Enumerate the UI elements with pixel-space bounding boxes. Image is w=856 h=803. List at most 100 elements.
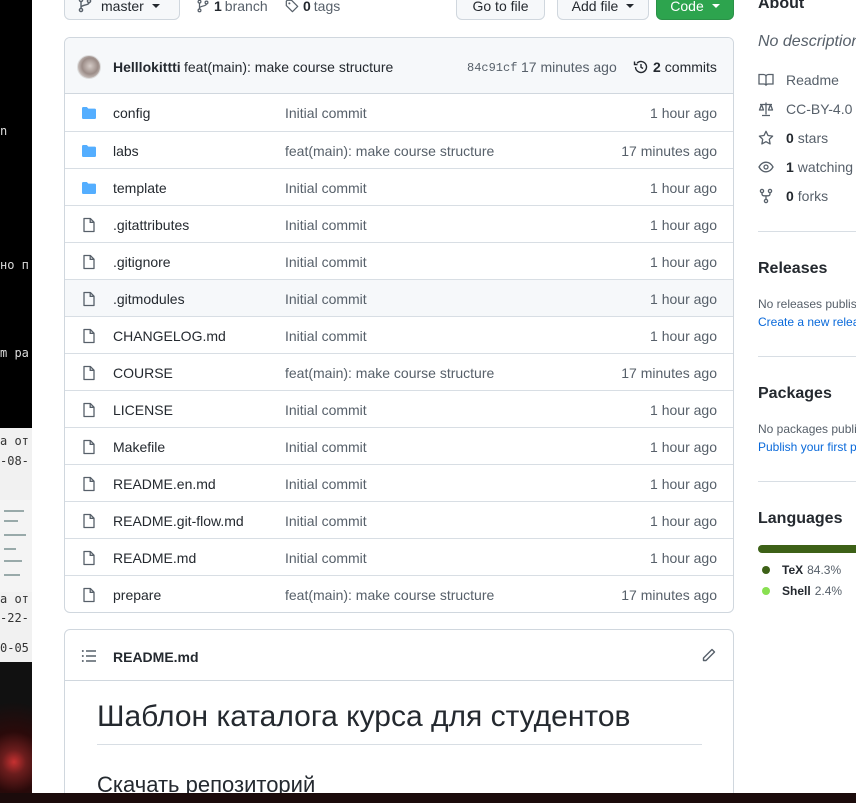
branch-select-button[interactable]: master bbox=[64, 0, 180, 20]
file-commit-age: 17 minutes ago bbox=[621, 143, 717, 159]
file-commit-age: 1 hour ago bbox=[650, 328, 717, 344]
tags-link[interactable]: 0 tags bbox=[285, 0, 340, 14]
file-name-link[interactable]: LICENSE bbox=[113, 402, 173, 418]
forks-link[interactable]: 0 forks bbox=[758, 188, 828, 204]
github-repo-page: master 1 branch 0 tags Go to file Add fi… bbox=[32, 0, 856, 793]
commit-author-link[interactable]: Helllokittti bbox=[113, 59, 181, 75]
file-icon bbox=[81, 550, 97, 566]
file-name-link[interactable]: README.git-flow.md bbox=[113, 513, 244, 529]
file-commit-message-link[interactable]: Initial commit bbox=[285, 180, 367, 196]
desktop-background: n но п m pa а от -08- а от -22- 0-05 bbox=[0, 0, 32, 803]
file-row[interactable]: prepare feat(main): make course structure… bbox=[65, 575, 733, 612]
file-commit-message-link[interactable]: feat(main): make course structure bbox=[285, 587, 494, 603]
file-row[interactable]: labs feat(main): make course structure 17 … bbox=[65, 131, 733, 168]
file-icon bbox=[81, 513, 97, 529]
file-commit-message-link[interactable]: Initial commit bbox=[285, 439, 367, 455]
desktop-bottom-strip bbox=[0, 793, 856, 803]
file-icon bbox=[81, 476, 97, 492]
file-commit-message-link[interactable]: Initial commit bbox=[285, 513, 367, 529]
file-icon bbox=[81, 254, 97, 270]
file-row[interactable]: LICENSE Initial commit 1 hour ago bbox=[65, 390, 733, 427]
file-commit-message-link[interactable]: Initial commit bbox=[285, 105, 367, 121]
commit-message-link[interactable]: feat(main): make course structure bbox=[184, 59, 393, 75]
file-commit-age: 17 minutes ago bbox=[621, 365, 717, 381]
file-row[interactable]: CHANGELOG.md Initial commit 1 hour ago bbox=[65, 316, 733, 353]
desktop-text: а от bbox=[0, 592, 29, 606]
releases-heading[interactable]: Releases bbox=[758, 260, 827, 278]
file-commit-message-link[interactable]: Initial commit bbox=[285, 254, 367, 270]
file-row[interactable]: README.git-flow.md Initial commit 1 hour a… bbox=[65, 501, 733, 538]
file-commit-age: 1 hour ago bbox=[650, 217, 717, 233]
readme-link[interactable]: Readme bbox=[758, 72, 839, 88]
language-percent: 2.4% bbox=[814, 584, 843, 598]
divider bbox=[758, 481, 856, 482]
language-item[interactable]: TeX 84.3% bbox=[762, 563, 841, 577]
file-commit-message-link[interactable]: feat(main): make course structure bbox=[285, 143, 494, 159]
language-name: Shell bbox=[782, 584, 811, 598]
file-name-link[interactable]: CHANGELOG.md bbox=[113, 328, 226, 344]
eye-icon bbox=[758, 161, 774, 173]
packages-heading[interactable]: Packages bbox=[758, 385, 832, 403]
file-row[interactable]: config Initial commit 1 hour ago bbox=[65, 94, 733, 131]
stars-word: stars bbox=[797, 130, 829, 146]
readme-link-label: Readme bbox=[786, 72, 839, 88]
file-name-link[interactable]: .gitignore bbox=[113, 254, 171, 270]
branch-select-label: master bbox=[101, 0, 144, 14]
file-name-link[interactable]: .gitmodules bbox=[113, 291, 185, 307]
file-commit-message-link[interactable]: Initial commit bbox=[285, 291, 367, 307]
file-commit-message-link[interactable]: Initial commit bbox=[285, 217, 367, 233]
book-icon bbox=[758, 73, 774, 86]
commits-history-link[interactable]: 2 commits bbox=[633, 59, 717, 75]
star-icon bbox=[758, 130, 774, 145]
commit-time: 17 minutes ago bbox=[521, 59, 617, 75]
publish-package-link[interactable]: Publish your first p bbox=[758, 440, 856, 454]
file-name-link[interactable]: README.en.md bbox=[113, 476, 216, 492]
file-name-link[interactable]: .gitattributes bbox=[113, 217, 189, 233]
file-row[interactable]: .gitmodules Initial commit 1 hour ago bbox=[65, 279, 733, 316]
file-name-link[interactable]: Makefile bbox=[113, 439, 165, 455]
divider bbox=[758, 356, 856, 357]
file-name-link[interactable]: COURSE bbox=[113, 365, 173, 381]
file-commit-message-link[interactable]: feat(main): make course structure bbox=[285, 365, 494, 381]
branches-link[interactable]: 1 branch bbox=[196, 0, 268, 14]
license-link[interactable]: CC-BY-4.0 li bbox=[758, 101, 856, 117]
stars-link[interactable]: 0 stars bbox=[758, 130, 828, 146]
file-commit-message-link[interactable]: Initial commit bbox=[285, 476, 367, 492]
file-row[interactable]: README.md Initial commit 1 hour ago bbox=[65, 538, 733, 575]
list-unordered-icon[interactable] bbox=[81, 648, 97, 664]
stars-count: 0 bbox=[786, 130, 794, 146]
file-name-link[interactable]: README.md bbox=[113, 550, 196, 566]
no-releases-text: No releases publish bbox=[758, 297, 856, 311]
file-row[interactable]: COURSE feat(main): make course structure 1… bbox=[65, 353, 733, 390]
file-row[interactable]: .gitignore Initial commit 1 hour ago bbox=[65, 242, 733, 279]
file-commit-age: 1 hour ago bbox=[650, 513, 717, 529]
file-row[interactable]: .gitattributes Initial commit 1 hour ago bbox=[65, 205, 733, 242]
create-release-link[interactable]: Create a new relea bbox=[758, 315, 856, 329]
language-color-dot bbox=[762, 566, 770, 574]
file-commit-message-link[interactable]: Initial commit bbox=[285, 402, 367, 418]
watching-link[interactable]: 1 watching bbox=[758, 159, 853, 175]
file-commit-message-link[interactable]: Initial commit bbox=[285, 550, 367, 566]
file-name-link[interactable]: labs bbox=[113, 143, 139, 159]
file-name-link[interactable]: config bbox=[113, 105, 150, 121]
readme-filename-link[interactable]: README.md bbox=[113, 649, 199, 665]
commit-sha-link[interactable]: 84c91cf bbox=[467, 61, 517, 75]
readme-header: README.md bbox=[65, 630, 733, 681]
file-row[interactable]: Makefile Initial commit 1 hour ago bbox=[65, 427, 733, 464]
go-to-file-button[interactable]: Go to file bbox=[456, 0, 545, 20]
code-button[interactable]: Code bbox=[656, 0, 734, 20]
language-item[interactable]: Shell 2.4% bbox=[762, 584, 842, 598]
file-name-link[interactable]: prepare bbox=[113, 587, 161, 603]
file-commit-age: 1 hour ago bbox=[650, 291, 717, 307]
file-row[interactable]: template Initial commit 1 hour ago bbox=[65, 168, 733, 205]
add-file-button[interactable]: Add file bbox=[557, 0, 649, 20]
avatar[interactable] bbox=[77, 55, 101, 79]
tag-word: tags bbox=[313, 0, 341, 14]
file-name-link[interactable]: template bbox=[113, 180, 167, 196]
file-commit-message-link[interactable]: Initial commit bbox=[285, 328, 367, 344]
pencil-icon[interactable] bbox=[701, 647, 717, 663]
file-row[interactable]: README.en.md Initial commit 1 hour ago bbox=[65, 464, 733, 501]
repo-forked-icon bbox=[759, 188, 773, 204]
file-icon bbox=[81, 365, 97, 381]
file-icon bbox=[81, 217, 97, 233]
